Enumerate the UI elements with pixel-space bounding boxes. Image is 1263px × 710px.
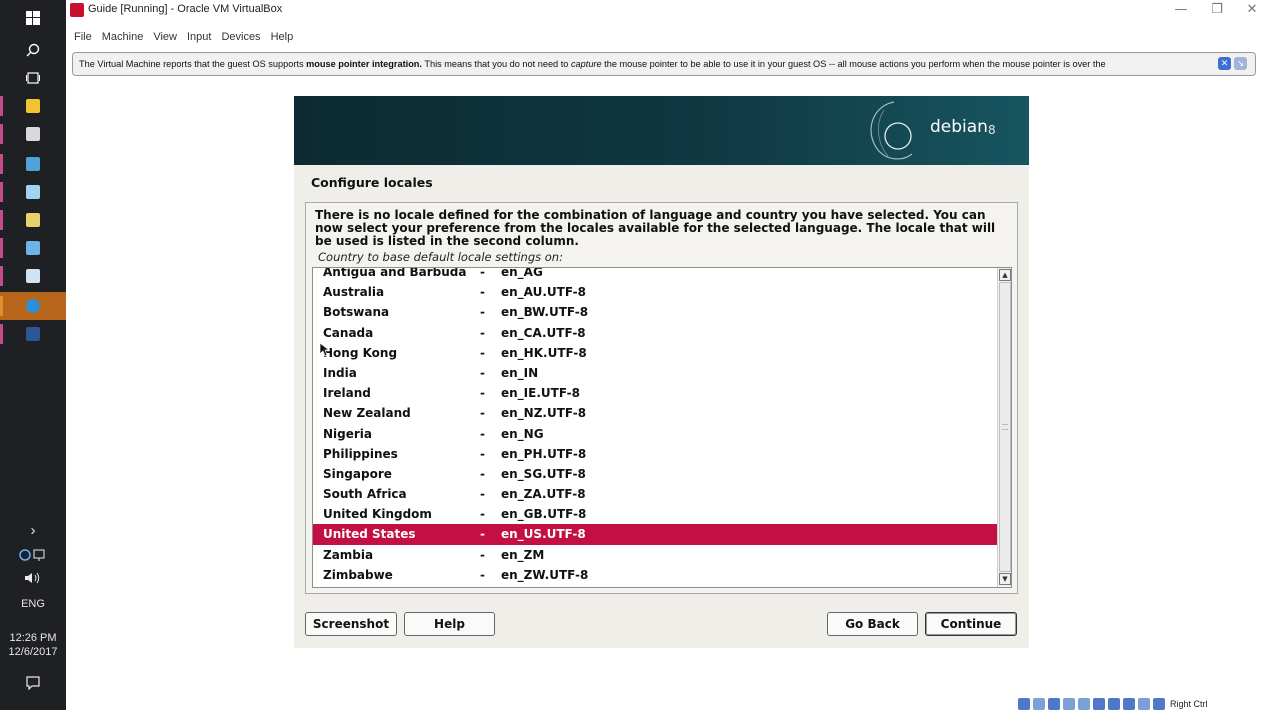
- monitor-app-icon: [26, 157, 40, 171]
- page-title: Configure locales: [311, 175, 433, 190]
- virtualbox-logo-icon: [70, 3, 84, 17]
- paint-icon: [26, 241, 40, 255]
- scroll-up-icon[interactable]: ▲: [999, 269, 1011, 281]
- list-item[interactable]: Australia - en_AU.UTF-8: [313, 282, 998, 302]
- close-notice-icon[interactable]: ✕: [1218, 57, 1231, 70]
- taskbar-word[interactable]: [0, 320, 66, 348]
- menu-view[interactable]: View: [153, 31, 177, 47]
- taskbar-app-4[interactable]: [0, 178, 66, 206]
- menu-input[interactable]: Input: [187, 31, 211, 47]
- list-label: Country to base default locale settings …: [318, 250, 563, 264]
- list-item[interactable]: Philippines - en_PH.UTF-8: [313, 444, 998, 464]
- folder-icon: [26, 99, 40, 113]
- taskbar-app-7[interactable]: [0, 262, 66, 290]
- search-icon: [26, 43, 40, 57]
- search-button[interactable]: [0, 36, 66, 64]
- volume-icon[interactable]: [0, 572, 66, 587]
- tray-network-icons[interactable]: [0, 548, 66, 565]
- taskbar-app-6[interactable]: [0, 234, 66, 262]
- host-key-label: Right Ctrl: [1170, 698, 1208, 709]
- windows-taskbar: › ENG 12:26 PM 12/6/2017: [0, 0, 66, 710]
- optical-drive-icon[interactable]: [1033, 697, 1045, 710]
- list-item[interactable]: Ireland - en_IE.UTF-8: [313, 383, 998, 403]
- list-item[interactable]: Nigeria - en_NG: [313, 424, 998, 444]
- debian-wordmark: debian8: [930, 117, 996, 137]
- debian-banner: debian8: [294, 96, 1029, 165]
- taskbar-virtualbox[interactable]: [0, 292, 66, 320]
- country-locale-list[interactable]: Antigua and Barbuda - en_AG Australia - en_A…: [312, 267, 1012, 588]
- action-center-button[interactable]: [0, 676, 66, 693]
- menu-file[interactable]: File: [74, 31, 92, 47]
- list-item-selected[interactable]: United States - en_US.UTF-8: [313, 524, 998, 545]
- content-box: There is no locale defined for the combi…: [305, 202, 1018, 594]
- taskbar-app-5[interactable]: [0, 206, 66, 234]
- video-capture-icon[interactable]: [1108, 697, 1120, 710]
- list-item[interactable]: Singapore - en_SG.UTF-8: [313, 464, 998, 484]
- vm-status-bar: Right Ctrl: [1018, 697, 1208, 710]
- window-title-bar: Guide [Running] - Oracle VM VirtualBox —…: [66, 0, 1263, 20]
- notice-text: The Virtual Machine reports that the gue…: [79, 59, 1106, 69]
- debian-installer: debian8 Configure locales There is no lo…: [294, 96, 1029, 648]
- continue-button[interactable]: Continue: [925, 612, 1017, 636]
- list-item[interactable]: South Africa - en_ZA.UTF-8: [313, 484, 998, 504]
- virtualbox-icon: [26, 299, 40, 313]
- task-view-button[interactable]: [0, 64, 66, 92]
- clock-date[interactable]: 12/6/2017: [0, 646, 66, 658]
- notepad-icon: [26, 213, 40, 227]
- network-adapter-icon[interactable]: [1048, 697, 1060, 710]
- list-item[interactable]: Zimbabwe - en_ZW.UTF-8: [313, 565, 998, 585]
- minimize-icon[interactable]: —: [1161, 2, 1201, 17]
- list-scrollbar[interactable]: ▲ ▼: [997, 268, 1011, 587]
- description-text: There is no locale defined for the combi…: [315, 208, 996, 248]
- notification-icon: [26, 676, 40, 691]
- list-item[interactable]: Canada - en_CA.UTF-8: [313, 323, 998, 343]
- help-button[interactable]: Help: [404, 612, 495, 636]
- cpu-icon[interactable]: [1123, 697, 1135, 710]
- word-icon: [26, 327, 40, 341]
- list-item[interactable]: United Kingdom - en_GB.UTF-8: [313, 504, 998, 524]
- list-item[interactable]: Hong Kong - en_HK.UTF-8: [313, 343, 998, 363]
- menu-bar: File Machine View Input Devices Help: [66, 31, 293, 47]
- show-hidden-icons-chevron[interactable]: ›: [0, 522, 66, 539]
- usb-icon[interactable]: [1063, 697, 1075, 710]
- windows-logo-icon: [26, 11, 40, 25]
- mouse-pointer-icon: [320, 343, 330, 357]
- taskbar-file-explorer[interactable]: [0, 92, 66, 120]
- task-view-icon: [26, 72, 40, 84]
- debian-swirl-icon: [870, 101, 913, 160]
- list-item[interactable]: India - en_IN: [313, 363, 998, 383]
- mouse-integration-icon[interactable]: ↘: [1234, 57, 1247, 70]
- start-button[interactable]: [0, 4, 66, 32]
- taskbar-app-3[interactable]: [0, 150, 66, 178]
- list-item[interactable]: New Zealand - en_NZ.UTF-8: [313, 403, 998, 423]
- restore-icon[interactable]: ❐: [1197, 2, 1237, 17]
- list-item[interactable]: Zambia - en_ZM: [313, 545, 998, 565]
- mouse-integration-status-icon[interactable]: [1138, 697, 1150, 710]
- mouse-integration-notice: The Virtual Machine reports that the gue…: [72, 52, 1256, 76]
- menu-machine[interactable]: Machine: [102, 31, 144, 47]
- list-item[interactable]: Antigua and Barbuda - en_AG: [313, 268, 998, 282]
- clock-time[interactable]: 12:26 PM: [0, 632, 66, 644]
- window-app-icon: [26, 269, 40, 283]
- input-language-indicator[interactable]: ENG: [0, 598, 66, 610]
- screenshot-button[interactable]: Screenshot: [305, 612, 397, 636]
- list-item[interactable]: Botswana - en_BW.UTF-8: [313, 302, 998, 322]
- window-title: Guide [Running] - Oracle VM VirtualBox: [88, 3, 283, 15]
- close-icon[interactable]: ✕: [1232, 2, 1263, 17]
- shared-folder-icon[interactable]: [1078, 697, 1090, 710]
- go-back-button[interactable]: Go Back: [827, 612, 918, 636]
- network-icon: [19, 549, 45, 561]
- keyboard-capture-icon[interactable]: [1153, 697, 1165, 710]
- hard-disk-icon[interactable]: [1018, 697, 1030, 710]
- scrollbar-thumb[interactable]: [999, 282, 1011, 572]
- menu-devices[interactable]: Devices: [221, 31, 260, 47]
- display-icon[interactable]: [1093, 697, 1105, 710]
- taskbar-app-2[interactable]: [0, 120, 66, 148]
- menu-help[interactable]: Help: [271, 31, 294, 47]
- scroll-down-icon[interactable]: ▼: [999, 573, 1011, 585]
- package-icon: [26, 127, 40, 141]
- document-app-icon: [26, 185, 40, 199]
- scroll-grip-icon: [1002, 424, 1008, 430]
